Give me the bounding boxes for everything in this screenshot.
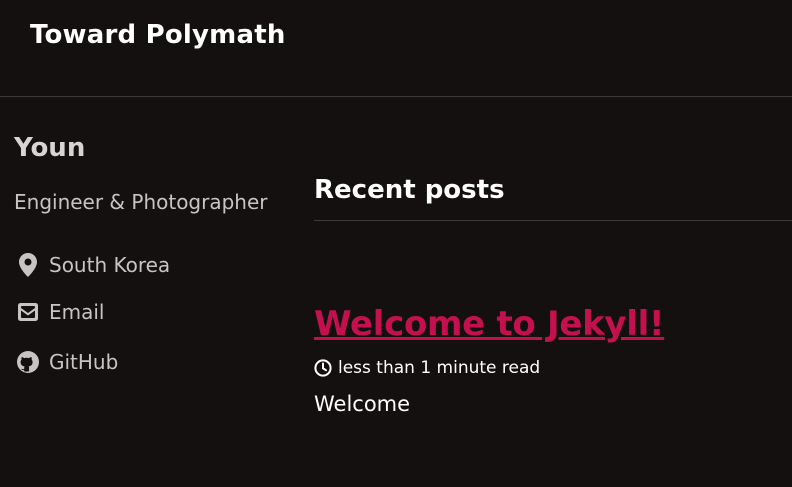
site-title-link[interactable]: Toward Polymath xyxy=(30,20,286,50)
author-name: Youn xyxy=(14,133,86,163)
recent-posts-heading: Recent posts xyxy=(314,170,792,221)
main-content: Recent posts Welcome to Jekyll! less tha… xyxy=(314,170,792,416)
github-icon xyxy=(16,350,40,374)
author-email-link[interactable]: Email xyxy=(16,300,105,324)
author-location-label: South Korea xyxy=(49,253,171,277)
author-profile: Youn Engineer & Photographer South Korea… xyxy=(14,128,294,374)
map-marker-icon xyxy=(16,253,40,277)
author-bio: Engineer & Photographer xyxy=(14,190,268,214)
author-github-label: GitHub xyxy=(49,350,119,374)
post-excerpt: Welcome xyxy=(314,392,411,416)
clock-icon xyxy=(314,359,332,377)
post-title-link[interactable]: Welcome to Jekyll! xyxy=(314,304,665,344)
envelope-icon xyxy=(16,300,40,324)
masthead: Toward Polymath xyxy=(0,0,792,97)
post-read-time: less than 1 minute read xyxy=(314,358,540,378)
read-time-label: less than 1 minute read xyxy=(338,358,541,378)
author-github-link[interactable]: GitHub xyxy=(16,350,118,374)
author-location: South Korea xyxy=(16,253,170,277)
author-email-label: Email xyxy=(49,300,105,324)
